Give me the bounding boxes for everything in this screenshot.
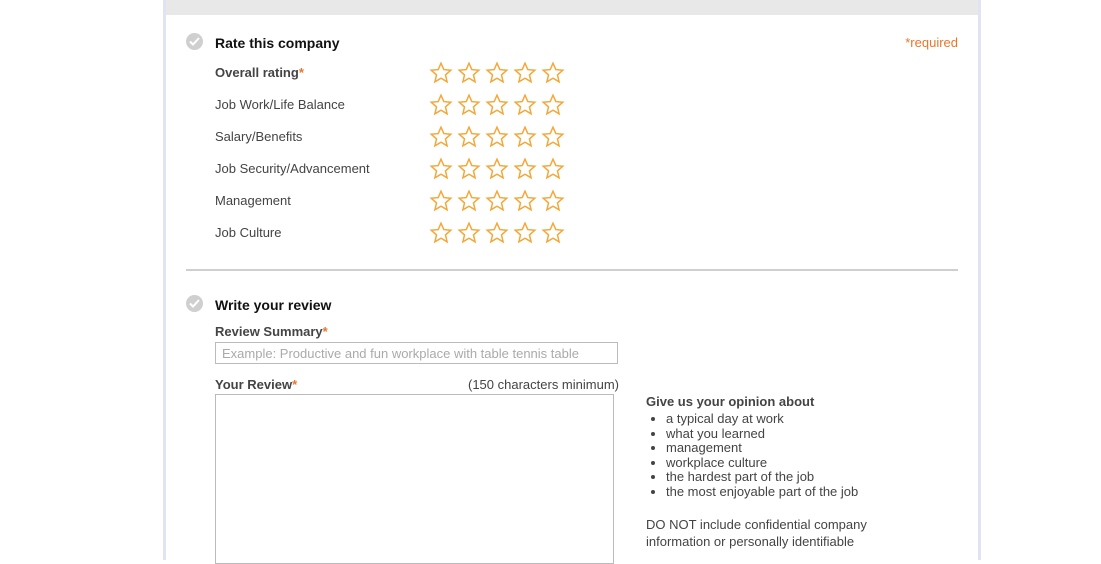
guidelines-title: Give us your opinion about bbox=[646, 394, 815, 409]
section-divider bbox=[186, 269, 958, 271]
star-outline-icon[interactable] bbox=[457, 189, 481, 213]
required-note: *required bbox=[905, 35, 958, 50]
rating-label-text: Management bbox=[215, 193, 291, 208]
star-outline-icon[interactable] bbox=[485, 221, 509, 245]
rating-row: Job Security/Advancement bbox=[215, 157, 575, 183]
star-outline-icon[interactable] bbox=[485, 93, 509, 117]
rating-label: Management bbox=[215, 193, 291, 208]
rate-section-title: Rate this company bbox=[215, 35, 340, 51]
star-rating-control bbox=[429, 189, 565, 213]
star-outline-icon[interactable] bbox=[457, 157, 481, 181]
star-outline-icon[interactable] bbox=[541, 93, 565, 117]
star-outline-icon[interactable] bbox=[541, 61, 565, 85]
star-rating-control bbox=[429, 157, 565, 181]
star-outline-icon[interactable] bbox=[429, 157, 453, 181]
star-rating-control bbox=[429, 93, 565, 117]
star-outline-icon[interactable] bbox=[457, 125, 481, 149]
rating-row: Management bbox=[215, 189, 575, 215]
star-outline-icon[interactable] bbox=[513, 189, 537, 213]
star-outline-icon[interactable] bbox=[429, 61, 453, 85]
star-rating-control bbox=[429, 221, 565, 245]
min-characters-note: (150 characters minimum) bbox=[468, 377, 619, 392]
star-rating-control bbox=[429, 61, 565, 85]
rating-label: Job Security/Advancement bbox=[215, 161, 370, 176]
rating-label: Salary/Benefits bbox=[215, 129, 302, 144]
star-outline-icon[interactable] bbox=[429, 189, 453, 213]
rating-row: Job Work/Life Balance bbox=[215, 93, 575, 119]
star-outline-icon[interactable] bbox=[513, 157, 537, 181]
top-band bbox=[166, 0, 978, 15]
star-rating-control bbox=[429, 125, 565, 149]
star-outline-icon[interactable] bbox=[485, 157, 509, 181]
guideline-item: management bbox=[666, 441, 906, 456]
rating-label-text: Overall rating bbox=[215, 65, 299, 80]
star-outline-icon[interactable] bbox=[513, 125, 537, 149]
star-outline-icon[interactable] bbox=[429, 221, 453, 245]
guidelines-note: DO NOT include confidential company info… bbox=[646, 516, 867, 549]
check-circle-icon bbox=[186, 33, 203, 50]
star-outline-icon[interactable] bbox=[457, 93, 481, 117]
star-outline-icon[interactable] bbox=[429, 125, 453, 149]
your-review-textarea[interactable] bbox=[215, 394, 614, 564]
star-outline-icon[interactable] bbox=[541, 189, 565, 213]
rating-label: Job Work/Life Balance bbox=[215, 97, 345, 112]
your-review-label-text: Your Review bbox=[215, 377, 293, 392]
star-outline-icon[interactable] bbox=[457, 221, 481, 245]
star-outline-icon[interactable] bbox=[513, 93, 537, 117]
required-asterisk: * bbox=[322, 324, 328, 339]
review-summary-label-text: Review Summary bbox=[215, 324, 323, 339]
rating-label-text: Job Culture bbox=[215, 225, 282, 240]
review-summary-label: Review Summary* bbox=[215, 324, 328, 339]
guideline-item: workplace culture bbox=[666, 455, 906, 471]
required-asterisk: * bbox=[292, 377, 298, 392]
rating-label: Overall rating* bbox=[215, 65, 304, 80]
review-guidelines: Give us your opinion about a typical day… bbox=[646, 394, 906, 550]
star-outline-icon[interactable] bbox=[485, 189, 509, 213]
your-review-label: Your Review* bbox=[215, 377, 297, 392]
star-outline-icon[interactable] bbox=[485, 61, 509, 85]
star-outline-icon[interactable] bbox=[457, 61, 481, 85]
review-summary-input[interactable] bbox=[215, 342, 618, 364]
rating-row: Overall rating* bbox=[215, 61, 575, 87]
check-circle-icon bbox=[186, 295, 203, 312]
guidelines-list: a typical day at workwhat you learnedman… bbox=[646, 411, 906, 500]
rating-label: Job Culture bbox=[215, 225, 281, 240]
required-asterisk: * bbox=[298, 65, 304, 80]
review-form-panel: Rate this company *required Overall rati… bbox=[163, 0, 981, 564]
guideline-item: what you learned bbox=[666, 426, 906, 442]
rating-label-text: Job Work/Life Balance bbox=[215, 97, 345, 112]
star-outline-icon[interactable] bbox=[485, 125, 509, 149]
rating-label-text: Job Security/Advancement bbox=[215, 161, 370, 176]
star-outline-icon[interactable] bbox=[541, 157, 565, 181]
star-outline-icon[interactable] bbox=[513, 61, 537, 85]
star-outline-icon[interactable] bbox=[429, 93, 453, 117]
rating-row: Job Culture bbox=[215, 221, 575, 247]
star-outline-icon[interactable] bbox=[541, 125, 565, 149]
star-outline-icon[interactable] bbox=[541, 221, 565, 245]
guideline-item: the most enjoyable part of the job bbox=[666, 484, 906, 500]
guideline-item: a typical day at work bbox=[666, 411, 906, 427]
star-outline-icon[interactable] bbox=[513, 221, 537, 245]
guideline-item: the hardest part of the job bbox=[666, 470, 906, 485]
rating-label-text: Salary/Benefits bbox=[215, 129, 303, 144]
rating-row: Salary/Benefits bbox=[215, 125, 575, 151]
review-section-title: Write your review bbox=[215, 297, 332, 313]
